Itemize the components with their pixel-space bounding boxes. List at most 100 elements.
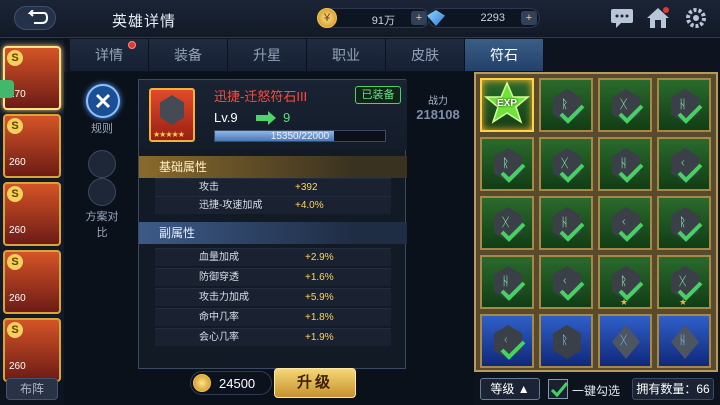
attribute-row: 防御穿透 +1.6% (155, 268, 391, 286)
add-gems-button[interactable]: + (521, 11, 537, 25)
rune-glyph-icon: ᚺ (679, 333, 687, 347)
tab-skin[interactable]: 皮肤 (386, 39, 465, 71)
rune-header: ★★★★★ 迅捷-迁怒符石III 已装备 Lv.9 9 15350/22000 (139, 80, 407, 150)
quick-select-label: 一键勾选 (572, 384, 621, 398)
hero-card[interactable]: S 260 (3, 182, 61, 246)
sort-label: 等级 (490, 382, 515, 396)
rune-slot[interactable]: ᚲ (480, 314, 534, 368)
hero-card[interactable]: S 260 (3, 318, 61, 382)
coin-counter: ¥ 91万 + (317, 8, 430, 28)
check-icon (677, 163, 703, 183)
rune-slot[interactable]: ᚷ (598, 78, 652, 132)
rune-next-level: 9 (283, 110, 291, 125)
attribute-row: 命中几率 +1.8% (155, 308, 391, 326)
tab-bar: 详情 装备 升星 职业 皮肤 符石 (70, 39, 544, 71)
rune-slot[interactable]: ᚺ (657, 314, 711, 368)
close-button[interactable] (86, 84, 120, 118)
star-icon: ★ (679, 297, 688, 307)
exp-rune-slot[interactable]: EXP (480, 78, 534, 132)
combat-power: 战力 218108 (404, 92, 472, 122)
hero-card[interactable]: S 270 (3, 46, 61, 110)
compare-button[interactable]: 方案对比 (82, 178, 122, 240)
formation-button[interactable]: 布阵 (6, 378, 58, 400)
rune-slot[interactable]: ᚲ (657, 137, 711, 191)
hero-card[interactable]: S 260 (3, 250, 61, 314)
rune-slot[interactable]: ᚲ (598, 196, 652, 250)
rune-slot[interactable]: ᚷ (598, 314, 652, 368)
attribute-name: 迅捷-攻速加成 (199, 200, 263, 211)
rune-slot[interactable]: ᚺ (480, 255, 534, 309)
rank-badge: S (7, 50, 23, 66)
obtain-icon (88, 150, 116, 178)
quick-select-checkbox[interactable] (548, 379, 569, 399)
settings-icon[interactable] (684, 7, 708, 29)
check-icon (550, 382, 569, 398)
chat-icon[interactable] (610, 7, 634, 29)
rune-level: Lv.9 (214, 110, 238, 125)
home-icon[interactable] (646, 7, 670, 29)
attribute-value: +1.8% (305, 312, 334, 323)
cost-value: 24500 (219, 376, 256, 391)
triangle-up-icon: ▲ (517, 382, 530, 396)
check-icon (677, 222, 703, 242)
rune-glyph-icon: ᚱ (561, 333, 569, 347)
compare-label: 方案对比 (85, 211, 119, 239)
xp-progress-bar: 15350/22000 (214, 130, 386, 142)
tab-runes[interactable]: 符石 (465, 39, 544, 71)
check-icon (500, 340, 526, 360)
add-coins-button[interactable]: + (411, 11, 427, 25)
check-icon (559, 222, 585, 242)
check-icon (559, 163, 585, 183)
hero-card[interactable]: S 260 (3, 114, 61, 178)
hero-list[interactable]: S 270 S 260 S 260 S 260 S 260 (0, 40, 64, 382)
rune-slot[interactable]: ᚷ (539, 137, 593, 191)
rune-slot[interactable]: ᚺ (539, 196, 593, 250)
tab-details[interactable]: 详情 (70, 39, 149, 71)
rune-slot[interactable]: ᚱ (539, 78, 593, 132)
rules-button[interactable]: 规则 (82, 120, 122, 136)
coin-value: 91万 (371, 15, 395, 27)
rune-slot[interactable]: ᚱ (657, 196, 711, 250)
tab-label: 职业 (332, 47, 360, 63)
check-icon (559, 104, 585, 124)
rune-slot[interactable]: ᚲ (539, 255, 593, 309)
attribute-value: +4.0% (295, 200, 324, 211)
rank-badge: S (7, 254, 23, 270)
hero-power: 260 (9, 225, 26, 236)
upgrade-button[interactable]: 升级 (274, 368, 356, 398)
rune-detail-panel: ★★★★★ 迅捷-迁怒符石III 已装备 Lv.9 9 15350/22000 … (138, 79, 407, 369)
check-icon (500, 281, 526, 301)
check-icon (618, 222, 644, 242)
combat-value: 218108 (416, 107, 460, 122)
tab-label: 皮肤 (411, 47, 439, 63)
rune-glyph-icon: ᚷ (620, 333, 628, 347)
rank-badge: S (7, 118, 23, 134)
check-icon (559, 281, 585, 301)
attribute-value: +1.6% (305, 272, 334, 283)
tab-equipment[interactable]: 装备 (149, 39, 228, 71)
attribute-row: 血量加成 +2.9% (155, 248, 391, 266)
rune-slot[interactable]: ᚷ (480, 196, 534, 250)
check-icon (500, 163, 526, 183)
attribute-row: 迅捷-攻速加成 +4.0% (155, 196, 391, 214)
attribute-name: 会心几率 (199, 332, 239, 343)
rune-hex-icon (160, 95, 184, 125)
rune-slot[interactable]: ᚱ ★ (598, 255, 652, 309)
attribute-row: 会心几率 +1.9% (155, 328, 391, 346)
upgrade-cost: 24500 (190, 371, 272, 395)
rank-badge: S (7, 186, 23, 202)
rune-slot[interactable]: ᚱ (480, 137, 534, 191)
rune-slot[interactable]: ᚺ (598, 137, 652, 191)
rune-slot[interactable]: ᚷ ★ (657, 255, 711, 309)
check-icon (618, 163, 644, 183)
sort-level-button[interactable]: 等级 ▲ (480, 378, 540, 400)
tab-star-up[interactable]: 升星 (228, 39, 307, 71)
hero-list-tab[interactable] (0, 80, 14, 98)
tab-class[interactable]: 职业 (307, 39, 386, 71)
back-button[interactable] (14, 6, 56, 30)
rune-slot[interactable]: ᚱ (539, 314, 593, 368)
back-arrow-icon (27, 10, 48, 24)
rune-slot[interactable]: ᚺ (657, 78, 711, 132)
combat-label: 战力 (428, 96, 448, 107)
rune-inventory-grid: EXP ᚱ ᚷ ᚺ ᚱ ᚷ ᚺ ᚲ ᚷ ᚺ ᚲ ᚱ ᚺ ᚲ ᚱ ★ ᚷ ★ ᚲ ᚱ ᚷ ᚺ (474, 72, 718, 372)
